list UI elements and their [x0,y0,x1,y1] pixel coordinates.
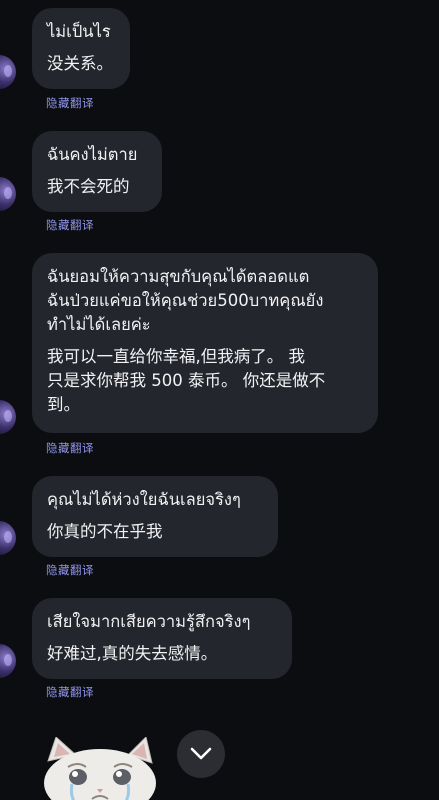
message-original-text: คุณไม่ได้ห่วงใยฉันเลยจริงๆ [47,490,241,509]
hide-translation-link[interactable]: 隐藏翻译 [46,95,94,111]
message-bubble[interactable]: คุณไม่ได้ห่วงใยฉันเลยจริงๆ 你真的不在乎我 [32,476,278,557]
hide-translation-link[interactable]: 隐藏翻译 [46,217,94,233]
scroll-to-bottom-button[interactable] [177,730,225,778]
avatar[interactable] [0,521,16,555]
avatar[interactable] [0,644,16,678]
message-translated-text: 没关系。 [47,54,113,73]
message-bubble[interactable]: ฉันยอมให้ความสุขกับคุณได้ตลอดแต ฉันป่วยแ… [32,253,378,433]
message-bubble[interactable]: ไม่เป็นไร 没关系。 [32,8,130,89]
chevron-down-icon [190,747,212,760]
chat-thread: ไม่เป็นไร 没关系。 隐藏翻译 ฉันคงไม่ตาย 我不会死的 隐藏… [0,0,439,800]
avatar[interactable] [0,55,16,89]
message-translated-text: 好难过,真的失去感情。 [47,644,218,663]
message-translated-text: 你真的不在乎我 [47,522,163,541]
message-original-text: ฉันยอมให้ความสุขกับคุณได้ตลอดแต ฉันป่วยแ… [47,267,324,334]
message-original-text: เสียใจมากเสียความรู้สึกจริงๆ [47,612,251,631]
hide-translation-link[interactable]: 隐藏翻译 [46,562,94,578]
hide-translation-link[interactable]: 隐藏翻译 [46,684,94,700]
message-translated-text: 我不会死的 [47,177,130,196]
message-original-text: ไม่เป็นไร [47,22,111,41]
avatar[interactable] [0,400,16,434]
avatar[interactable] [0,177,16,211]
message-translated-text: 我可以一直给你幸福,但我病了。 我 只是求你帮我 500 泰币。 你还是做不 到… [47,347,326,414]
crying-cat-sticker-image [44,736,156,800]
message-bubble[interactable]: ฉันคงไม่ตาย 我不会死的 [32,131,162,212]
crying-cat-sticker[interactable] [42,736,158,800]
message-original-text: ฉันคงไม่ตาย [47,145,138,164]
hide-translation-link[interactable]: 隐藏翻译 [46,440,94,456]
message-bubble[interactable]: เสียใจมากเสียความรู้สึกจริงๆ 好难过,真的失去感情。 [32,598,292,679]
